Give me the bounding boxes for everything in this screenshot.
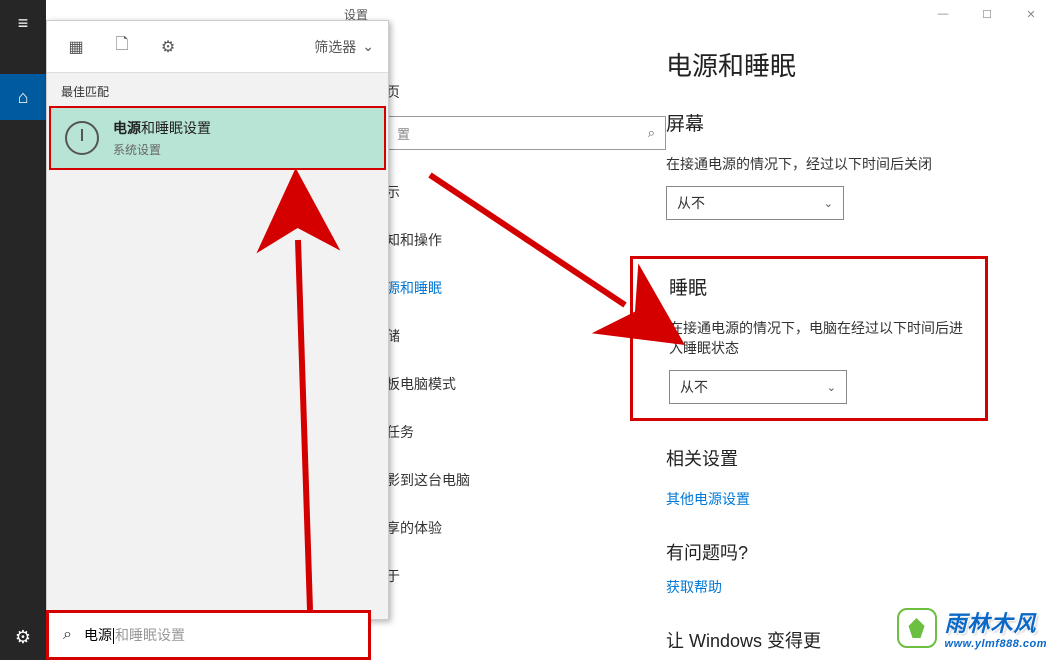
settings-search-input[interactable]: 置 ⌕	[386, 116, 666, 150]
filter-label: 筛选器	[314, 37, 356, 57]
settings-nav-home: 页	[386, 68, 666, 116]
best-match-label: 最佳匹配	[47, 73, 388, 106]
sleep-desc: 在接通电源的情况下，电脑在经过以下时间后进入睡眠状态	[669, 318, 975, 358]
screen-desc: 在接通电源的情况下，经过以下时间后关闭	[666, 154, 1043, 174]
taskbar-search-box[interactable]: ⌕ 电源和睡眠设置	[46, 610, 371, 660]
chevron-down-icon: ⌄	[827, 381, 836, 394]
nav-item[interactable]: 储	[386, 312, 666, 360]
search-icon: ⌕	[63, 626, 72, 644]
chevron-down-icon: ⌄	[362, 38, 374, 55]
settings-content: 电源和睡眠 屏幕 在接通电源的情况下，经过以下时间后关闭 从不 ⌄ 睡眠 在接通…	[666, 46, 1053, 653]
filter-dropdown[interactable]: 筛选器 ⌄	[314, 37, 374, 57]
sleep-section-title: 睡眠	[669, 273, 975, 300]
nav-item[interactable]: 享的体验	[386, 504, 666, 552]
nav-item[interactable]: 板电脑模式	[386, 360, 666, 408]
hamburger-icon[interactable]: ≡	[0, 0, 46, 46]
other-power-settings-link[interactable]: 其他电源设置	[666, 489, 1043, 509]
screen-timeout-dropdown[interactable]: 从不 ⌄	[666, 186, 844, 220]
nav-item[interactable]: 影到这台电脑	[386, 456, 666, 504]
related-settings-title: 相关设置	[666, 445, 1043, 471]
chevron-down-icon: ⌄	[824, 197, 833, 210]
get-help-link[interactable]: 获取帮助	[666, 577, 1043, 597]
screen-section-title: 屏幕	[666, 109, 1043, 136]
search-icon: ⌕	[648, 125, 655, 141]
help-title: 有问题吗?	[666, 539, 1043, 565]
watermark-logo-icon	[897, 608, 937, 648]
watermark-text: 雨林木风	[945, 606, 1047, 638]
settings-gear-icon[interactable]: ⚙	[0, 614, 46, 660]
nav-item-home[interactable]: 页	[386, 68, 666, 116]
minimize-button[interactable]: —	[921, 0, 965, 28]
home-icon[interactable]: ⌂	[0, 74, 46, 120]
nav-item[interactable]: 知和操作	[386, 216, 666, 264]
documents-tab-icon[interactable]: 🗋	[107, 33, 137, 60]
settings-nav-list: 示 知和操作 源和睡眠 储 板电脑模式 任务 影到这台电脑 享的体验 于	[386, 168, 666, 600]
search-panel-tabs: ▦ 🗋 ⚙ 筛选器 ⌄	[47, 21, 388, 73]
nav-item[interactable]: 示	[386, 168, 666, 216]
start-rail: ≡ ⌂ ⚙	[0, 0, 46, 660]
nav-item-power-sleep[interactable]: 源和睡眠	[386, 264, 666, 312]
close-button[interactable]: ✕	[1009, 0, 1053, 28]
dropdown-value: 从不	[680, 377, 708, 397]
search-result-power-sleep[interactable]: 电源和睡眠设置 系统设置	[49, 106, 386, 170]
settings-search-text: 置	[397, 124, 410, 143]
power-icon	[65, 121, 99, 155]
apps-tab-icon[interactable]: ▦	[61, 37, 91, 57]
search-input-text: 电源和睡眠设置	[84, 625, 185, 645]
start-search-panel: ▦ 🗋 ⚙ 筛选器 ⌄ 最佳匹配 电源和睡眠设置 系统设置	[46, 20, 389, 620]
result-title: 电源和睡眠设置	[113, 118, 370, 138]
nav-item[interactable]: 于	[386, 552, 666, 600]
window-controls: — ☐ ✕	[921, 0, 1053, 28]
maximize-button[interactable]: ☐	[965, 0, 1009, 28]
page-title: 电源和睡眠	[666, 46, 1043, 83]
result-subtitle: 系统设置	[113, 141, 370, 158]
watermark: 雨林木风 www.ylmf888.com	[897, 606, 1047, 650]
dropdown-value: 从不	[677, 193, 705, 213]
sleep-timeout-dropdown[interactable]: 从不 ⌄	[669, 370, 847, 404]
nav-item[interactable]: 任务	[386, 408, 666, 456]
watermark-url: www.ylmf888.com	[945, 638, 1047, 650]
settings-tab-icon[interactable]: ⚙	[153, 37, 183, 57]
sleep-section-highlighted: 睡眠 在接通电源的情况下，电脑在经过以下时间后进入睡眠状态 从不 ⌄	[630, 256, 988, 421]
result-text: 电源和睡眠设置 系统设置	[113, 118, 370, 158]
